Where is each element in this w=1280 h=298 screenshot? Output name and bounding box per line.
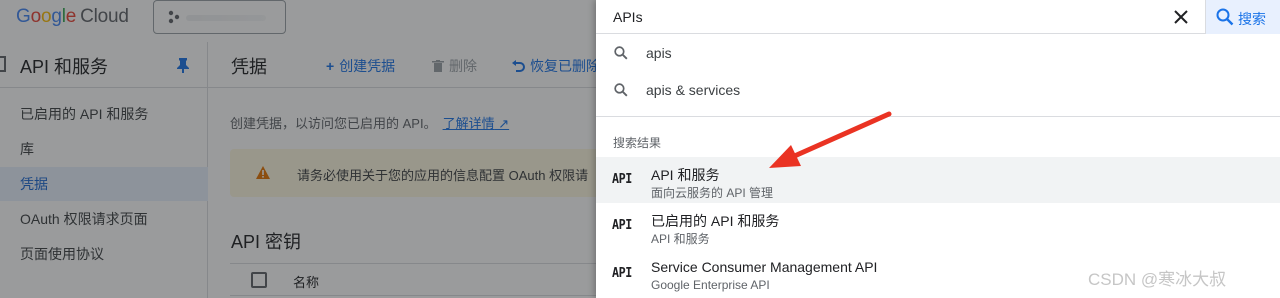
result-subtitle: 面向云服务的 API 管理 xyxy=(651,186,774,200)
page: Google Cloud API 和服务 已启用的 API 和服务 库 凭据 OA… xyxy=(0,0,1280,298)
result-title: 已启用的 API 和服务 xyxy=(651,213,780,229)
search-bar: 搜索 xyxy=(596,0,1280,34)
results-heading: 搜索结果 xyxy=(613,136,662,150)
divider xyxy=(596,116,1280,117)
search-icon xyxy=(1216,8,1234,26)
watermark: CSDN @寒冰大叔 xyxy=(1088,270,1227,289)
search-result-api-services[interactable]: API API 和服务 面向云服务的 API 管理 xyxy=(596,157,1280,203)
result-title: Service Consumer Management API xyxy=(651,259,878,275)
suggestion-text: apis xyxy=(646,45,672,61)
close-icon[interactable] xyxy=(1172,8,1190,26)
suggestion-item[interactable]: apis xyxy=(596,35,1280,72)
api-icon: API xyxy=(612,172,632,187)
search-input[interactable] xyxy=(613,7,1153,27)
search-button[interactable]: 搜索 xyxy=(1205,0,1280,34)
search-result-enabled-apis[interactable]: API 已启用的 API 和服务 API 和服务 xyxy=(596,203,1280,249)
result-title: API 和服务 xyxy=(651,167,720,183)
result-subtitle: Google Enterprise API xyxy=(651,278,770,292)
result-subtitle: API 和服务 xyxy=(651,232,710,246)
api-icon: API xyxy=(612,266,632,281)
suggestion-item[interactable]: apis & services xyxy=(596,72,1280,109)
api-icon: API xyxy=(612,218,632,233)
suggestion-text: apis & services xyxy=(646,82,741,98)
search-icon xyxy=(614,83,628,97)
search-button-label: 搜索 xyxy=(1238,11,1266,27)
search-panel: 搜索 apis apis & services 搜索结果 API API 和服务… xyxy=(596,0,1280,298)
search-icon xyxy=(614,46,628,60)
